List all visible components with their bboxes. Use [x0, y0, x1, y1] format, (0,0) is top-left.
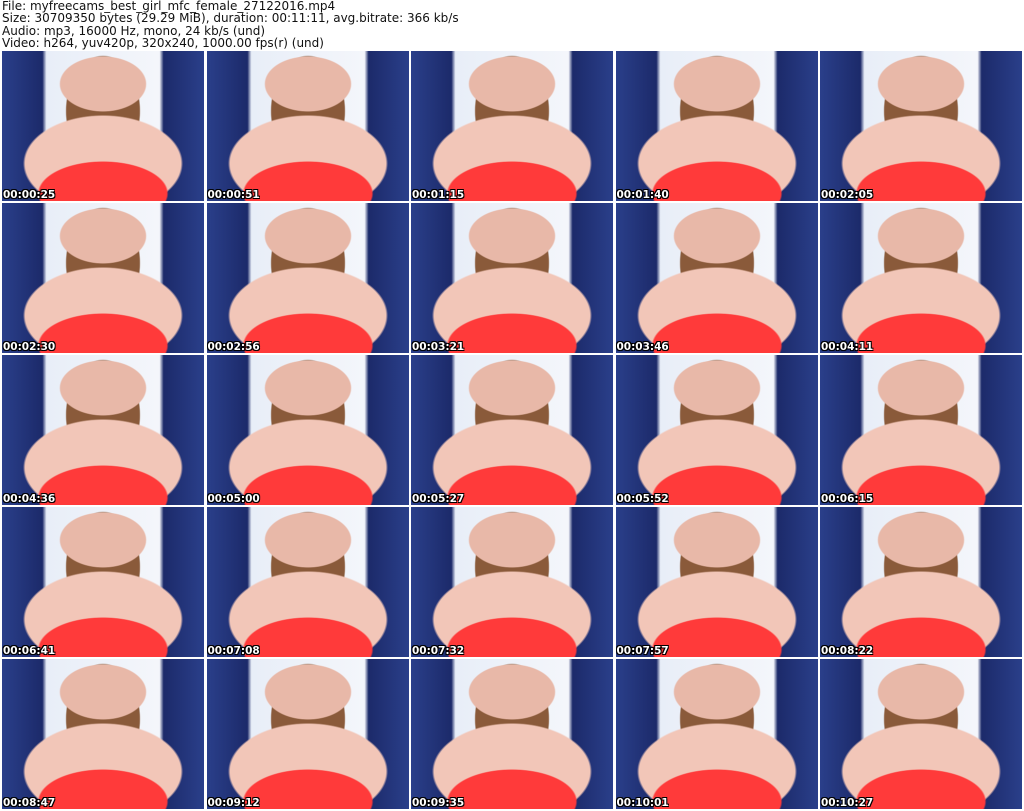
timestamp-label: 00:02:05 — [821, 189, 874, 201]
timestamp-label: 00:06:41 — [3, 645, 56, 657]
video-thumbnail: 00:04:11 — [820, 203, 1022, 353]
timestamp-label: 00:00:25 — [3, 189, 56, 201]
timestamp-label: 00:09:12 — [207, 797, 260, 809]
timestamp-label: 00:01:40 — [616, 189, 669, 201]
video-thumbnail: 00:03:21 — [411, 203, 613, 353]
video-thumbnail: 00:10:01 — [615, 659, 818, 809]
video-thumbnail: 00:09:35 — [411, 659, 613, 809]
thumbnail-grid: 00:00:25 00:00:51 00:01:15 00:01:40 00:02:05… — [2, 51, 1022, 809]
video-thumbnail: 00:06:15 — [820, 355, 1022, 505]
file-size-duration: Size: 30709350 bytes (29.29 MiB), durati… — [2, 11, 459, 26]
video-thumbnail: 00:01:15 — [411, 51, 613, 201]
timestamp-label: 00:04:36 — [3, 493, 56, 505]
timestamp-label: 00:03:46 — [616, 341, 669, 353]
video-thumbnail: 00:05:27 — [411, 355, 613, 505]
timestamp-label: 00:09:35 — [412, 797, 465, 809]
timestamp-label: 00:05:00 — [207, 493, 260, 505]
video-thumbnail: 00:03:46 — [615, 203, 818, 353]
file-info-header: File: myfreecams_best_girl_mfc_female_27… — [2, 0, 459, 50]
video-thumbnail: 00:00:51 — [206, 51, 409, 201]
timestamp-label: 00:10:01 — [616, 797, 669, 809]
timestamp-label: 00:02:30 — [3, 341, 56, 353]
timestamp-label: 00:10:27 — [821, 797, 874, 809]
video-thumbnail: 00:02:30 — [2, 203, 204, 353]
video-thumbnail: 00:07:32 — [411, 507, 613, 657]
timestamp-label: 00:07:08 — [207, 645, 260, 657]
video-thumbnail: 00:10:27 — [820, 659, 1022, 809]
timestamp-label: 00:08:47 — [3, 797, 56, 809]
video-thumbnail: 00:07:08 — [206, 507, 409, 657]
timestamp-label: 00:03:21 — [412, 341, 465, 353]
timestamp-label: 00:02:56 — [207, 341, 260, 353]
timestamp-label: 00:07:57 — [616, 645, 669, 657]
video-thumbnail: 00:02:56 — [206, 203, 409, 353]
video-thumbnail: 00:08:22 — [820, 507, 1022, 657]
video-thumbnail: 00:08:47 — [2, 659, 204, 809]
timestamp-label: 00:04:11 — [821, 341, 874, 353]
video-thumbnail: 00:00:25 — [2, 51, 204, 201]
timestamp-label: 00:05:27 — [412, 493, 465, 505]
video-thumbnail: 00:09:12 — [206, 659, 409, 809]
video-thumbnail: 00:04:36 — [2, 355, 204, 505]
video-thumbnail: 00:01:40 — [615, 51, 818, 201]
video-info: Video: h264, yuv420p, 320x240, 1000.00 f… — [2, 36, 324, 51]
timestamp-label: 00:08:22 — [821, 645, 874, 657]
video-thumbnail: 00:05:52 — [615, 355, 818, 505]
timestamp-label: 00:00:51 — [207, 189, 260, 201]
video-thumbnail: 00:07:57 — [615, 507, 818, 657]
video-thumbnail: 00:05:00 — [206, 355, 409, 505]
video-thumbnail: 00:02:05 — [820, 51, 1022, 201]
timestamp-label: 00:07:32 — [412, 645, 465, 657]
video-thumbnail: 00:06:41 — [2, 507, 204, 657]
timestamp-label: 00:05:52 — [616, 493, 669, 505]
timestamp-label: 00:01:15 — [412, 189, 465, 201]
timestamp-label: 00:06:15 — [821, 493, 874, 505]
